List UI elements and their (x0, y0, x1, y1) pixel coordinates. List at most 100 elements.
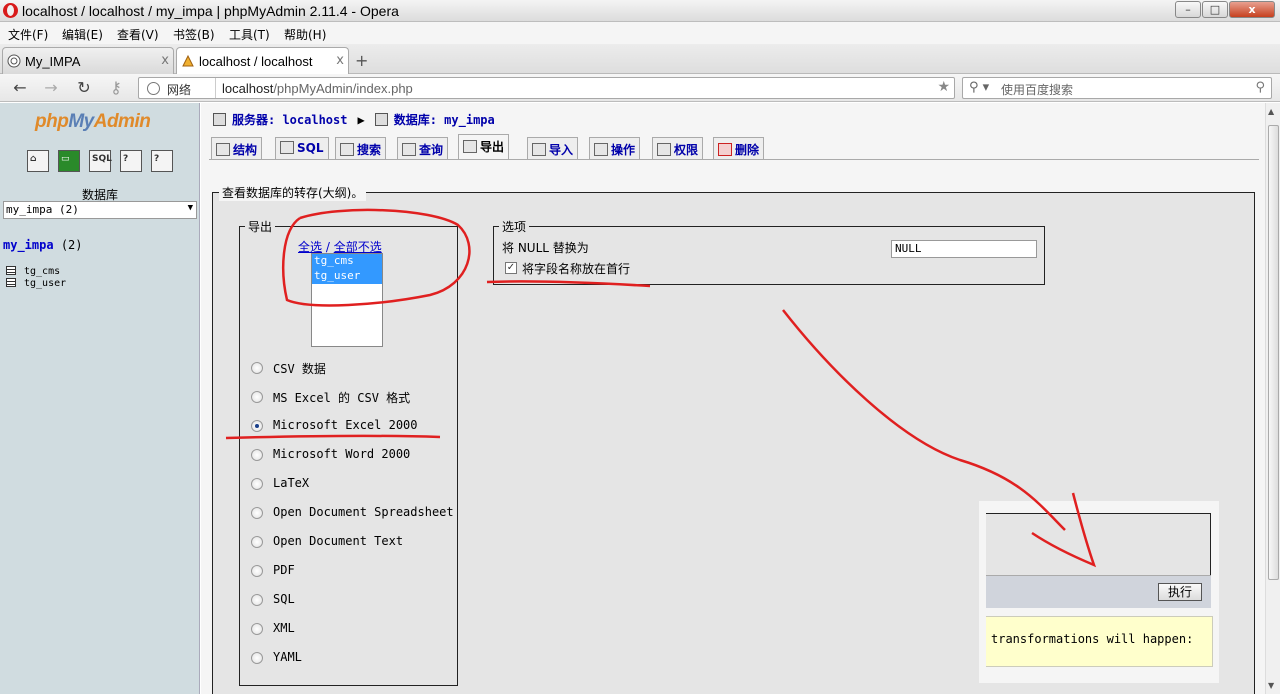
key-icon[interactable]: ⚷ (105, 78, 127, 98)
radio-button[interactable] (251, 362, 263, 374)
search-engine-icon[interactable]: ⚲ ▾ (969, 80, 989, 95)
format-label: PDF (273, 563, 295, 577)
breadcrumb-server[interactable]: 服务器: localhost (232, 113, 347, 127)
tab-search[interactable]: 搜索 (335, 137, 387, 159)
opera-logo-icon (3, 3, 18, 18)
minimize-button[interactable]: – (1175, 1, 1201, 18)
phpmyadmin-favicon-icon (182, 54, 194, 67)
tab-close-icon[interactable]: x (336, 53, 344, 68)
tab-privileges[interactable]: 权限 (652, 137, 704, 159)
format-label: Open Document Text (273, 534, 404, 548)
menu-file[interactable]: 文件(F) (8, 26, 48, 43)
opera-globe-icon (7, 54, 21, 68)
scroll-down-icon[interactable]: ▼ (1268, 681, 1274, 690)
wrench-icon (594, 143, 608, 156)
table-link-tg-cms[interactable]: tg_cms (6, 266, 60, 277)
tab-export[interactable]: 导出 (458, 134, 510, 160)
tab-drop[interactable]: 删除 (713, 137, 765, 159)
scroll-up-icon[interactable]: ▲ (1268, 107, 1274, 116)
database-select[interactable]: my_impa (2) ▼ (3, 201, 197, 219)
select-separator: / (325, 240, 330, 254)
tab-my-impa[interactable]: My_IMPA x (2, 47, 174, 74)
scrollbar-thumb[interactable] (1268, 125, 1279, 580)
reload-icon[interactable]: ↻ (73, 78, 95, 98)
sql-docs-icon[interactable]: ? (151, 150, 173, 172)
options-legend: 选项 (499, 218, 530, 235)
radio-button[interactable] (251, 652, 263, 664)
radio-button[interactable] (251, 391, 263, 403)
radio-button[interactable] (251, 420, 263, 432)
table-option[interactable]: tg_cms (312, 254, 382, 269)
menu-help[interactable]: 帮助(H) (284, 26, 326, 43)
breadcrumb-database[interactable]: 数据库: my_impa (394, 113, 495, 127)
tab-close-icon[interactable]: x (161, 53, 169, 68)
menu-view[interactable]: 查看(V) (117, 26, 159, 43)
database-name: my_impa (3, 238, 54, 252)
radio-button[interactable] (251, 449, 263, 461)
tab-label: 搜索 (357, 143, 382, 157)
radio-button[interactable] (251, 536, 263, 548)
new-tab-button[interactable]: + (355, 51, 368, 70)
search-input[interactable]: ⚲ ▾ 使用百度搜索 ⚲ (962, 77, 1272, 99)
vertical-scrollbar[interactable]: ▲ ▼ (1265, 103, 1280, 694)
tab-localhost[interactable]: localhost / localhost x (176, 47, 349, 75)
phpmyadmin-logo[interactable]: phpMyAdmin (35, 111, 151, 133)
format-label: CSV 数据 (273, 362, 326, 376)
url-field[interactable]: 网络 localhost/phpMyAdmin/index.php ★ (138, 77, 955, 99)
search-icon (340, 143, 354, 156)
menu-bookmarks[interactable]: 书签(B) (173, 26, 215, 43)
database-icon (374, 113, 388, 126)
select-none-link[interactable]: 全部不选 (334, 240, 382, 254)
delete-icon (718, 143, 732, 156)
help-icon[interactable]: ? (120, 150, 142, 172)
tab-label: localhost / localhost (199, 54, 313, 69)
logo-admin: Admin (93, 111, 151, 132)
tab-label: SQL (297, 141, 324, 155)
forward-arrow-icon[interactable]: → (40, 78, 62, 98)
home-icon[interactable]: ⌂ (27, 150, 49, 172)
logo-php: php (35, 111, 69, 132)
tab-import[interactable]: 导入 (527, 137, 579, 159)
go-button[interactable]: 执行 (1158, 583, 1202, 601)
tab-label: 删除 (735, 143, 760, 157)
back-arrow-icon[interactable]: ← (9, 78, 31, 98)
radio-button[interactable] (251, 594, 263, 606)
table-name: tg_cms (24, 266, 61, 277)
divider (215, 78, 216, 98)
tab-structure[interactable]: 结构 (211, 137, 263, 159)
search-icon[interactable]: ⚲ (1255, 80, 1265, 95)
format-label: Microsoft Excel 2000 (273, 418, 418, 432)
table-option[interactable]: tg_user (312, 269, 382, 284)
tab-label: 查询 (419, 143, 444, 157)
format-label: LaTeX (273, 476, 310, 490)
checkbox[interactable]: ✓ (505, 262, 517, 274)
table-link-tg-user[interactable]: tg_user (6, 278, 66, 289)
select-all-link[interactable]: 全选 (298, 240, 322, 254)
menu-edit[interactable]: 编辑(E) (62, 26, 103, 43)
bookmark-star-icon[interactable]: ★ (937, 79, 950, 95)
menu-tools[interactable]: 工具(T) (229, 26, 270, 43)
radio-button[interactable] (251, 565, 263, 577)
null-replace-input[interactable]: NULL (891, 240, 1037, 258)
transformation-notice: transformations will happen: (986, 616, 1213, 667)
tab-query[interactable]: 查询 (397, 137, 449, 159)
tab-operations[interactable]: 操作 (589, 137, 641, 159)
export-icon (463, 140, 477, 153)
tab-sql[interactable]: SQL (275, 137, 329, 159)
database-link[interactable]: my_impa (2) (3, 238, 83, 252)
radio-button[interactable] (251, 623, 263, 635)
search-placeholder: 使用百度搜索 (1001, 83, 1074, 97)
sql-query-icon[interactable]: SQL (89, 150, 112, 172)
tab-label: 导入 (549, 143, 574, 157)
chevron-down-icon: ▼ (187, 203, 193, 213)
radio-button[interactable] (251, 507, 263, 519)
close-button[interactable]: x (1229, 1, 1275, 18)
content-frame: 服务器: localhost ▶ 数据库: my_impa 结构 SQL 搜索 查询… (201, 103, 1265, 694)
maximize-button[interactable]: □ (1202, 1, 1228, 18)
tab-label: 权限 (674, 143, 699, 157)
format-label: XML (273, 621, 295, 635)
exit-icon[interactable]: ▭ (58, 150, 80, 172)
table-multiselect[interactable]: tg_cms tg_user (311, 253, 383, 347)
site-info-label: 网络 (167, 83, 192, 97)
radio-button[interactable] (251, 478, 263, 490)
